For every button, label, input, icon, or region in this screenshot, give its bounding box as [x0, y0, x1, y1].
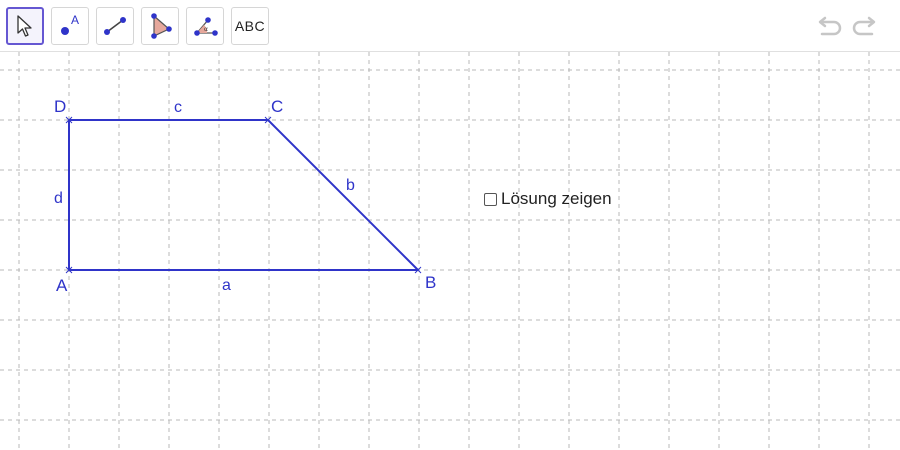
segment-label-c: c [174, 99, 182, 116]
undo-icon [818, 16, 842, 36]
segment-b[interactable] [267, 119, 419, 271]
graphics-view[interactable]: A B C D a b c d [0, 52, 900, 450]
text-tool-button[interactable]: ABC [231, 7, 269, 45]
segment-icon [104, 17, 126, 35]
redo-button[interactable] [848, 10, 882, 44]
angle-icon: α [194, 17, 218, 36]
segment-label-b: b [346, 177, 355, 194]
point-icon-label: A [71, 13, 79, 27]
dashed-grid [0, 52, 900, 450]
point-label-C: C [271, 97, 283, 116]
polygon-icon [151, 13, 172, 39]
segment-label-d: d [54, 190, 63, 207]
point-label-A: A [56, 276, 68, 295]
checkbox-box[interactable] [484, 192, 497, 206]
cursor-arrow-icon [17, 15, 32, 37]
checkbox-label: Lösung zeigen [501, 189, 612, 208]
show-solution-checkbox[interactable]: Lösung zeigen [484, 189, 612, 209]
segment-tool-button[interactable] [96, 7, 134, 45]
undo-button[interactable] [812, 10, 846, 44]
point-label-B: B [425, 273, 436, 292]
point-label-D: D [54, 97, 66, 116]
redo-icon [852, 16, 876, 36]
segment-label-a: a [222, 277, 231, 294]
angle-icon-label: α [204, 26, 208, 33]
point-icon: A [61, 13, 79, 35]
quadrilateral-ABCD[interactable] [69, 120, 418, 270]
point-tool-button[interactable]: A [51, 7, 89, 45]
text-tool-label: ABC [234, 18, 266, 34]
move-tool-button[interactable] [6, 7, 44, 45]
toolbar: A α ABC [0, 0, 900, 52]
angle-tool-button[interactable]: α [186, 7, 224, 45]
polygon-tool-button[interactable] [141, 7, 179, 45]
geometry-canvas[interactable]: A B C D a b c d [0, 52, 900, 450]
